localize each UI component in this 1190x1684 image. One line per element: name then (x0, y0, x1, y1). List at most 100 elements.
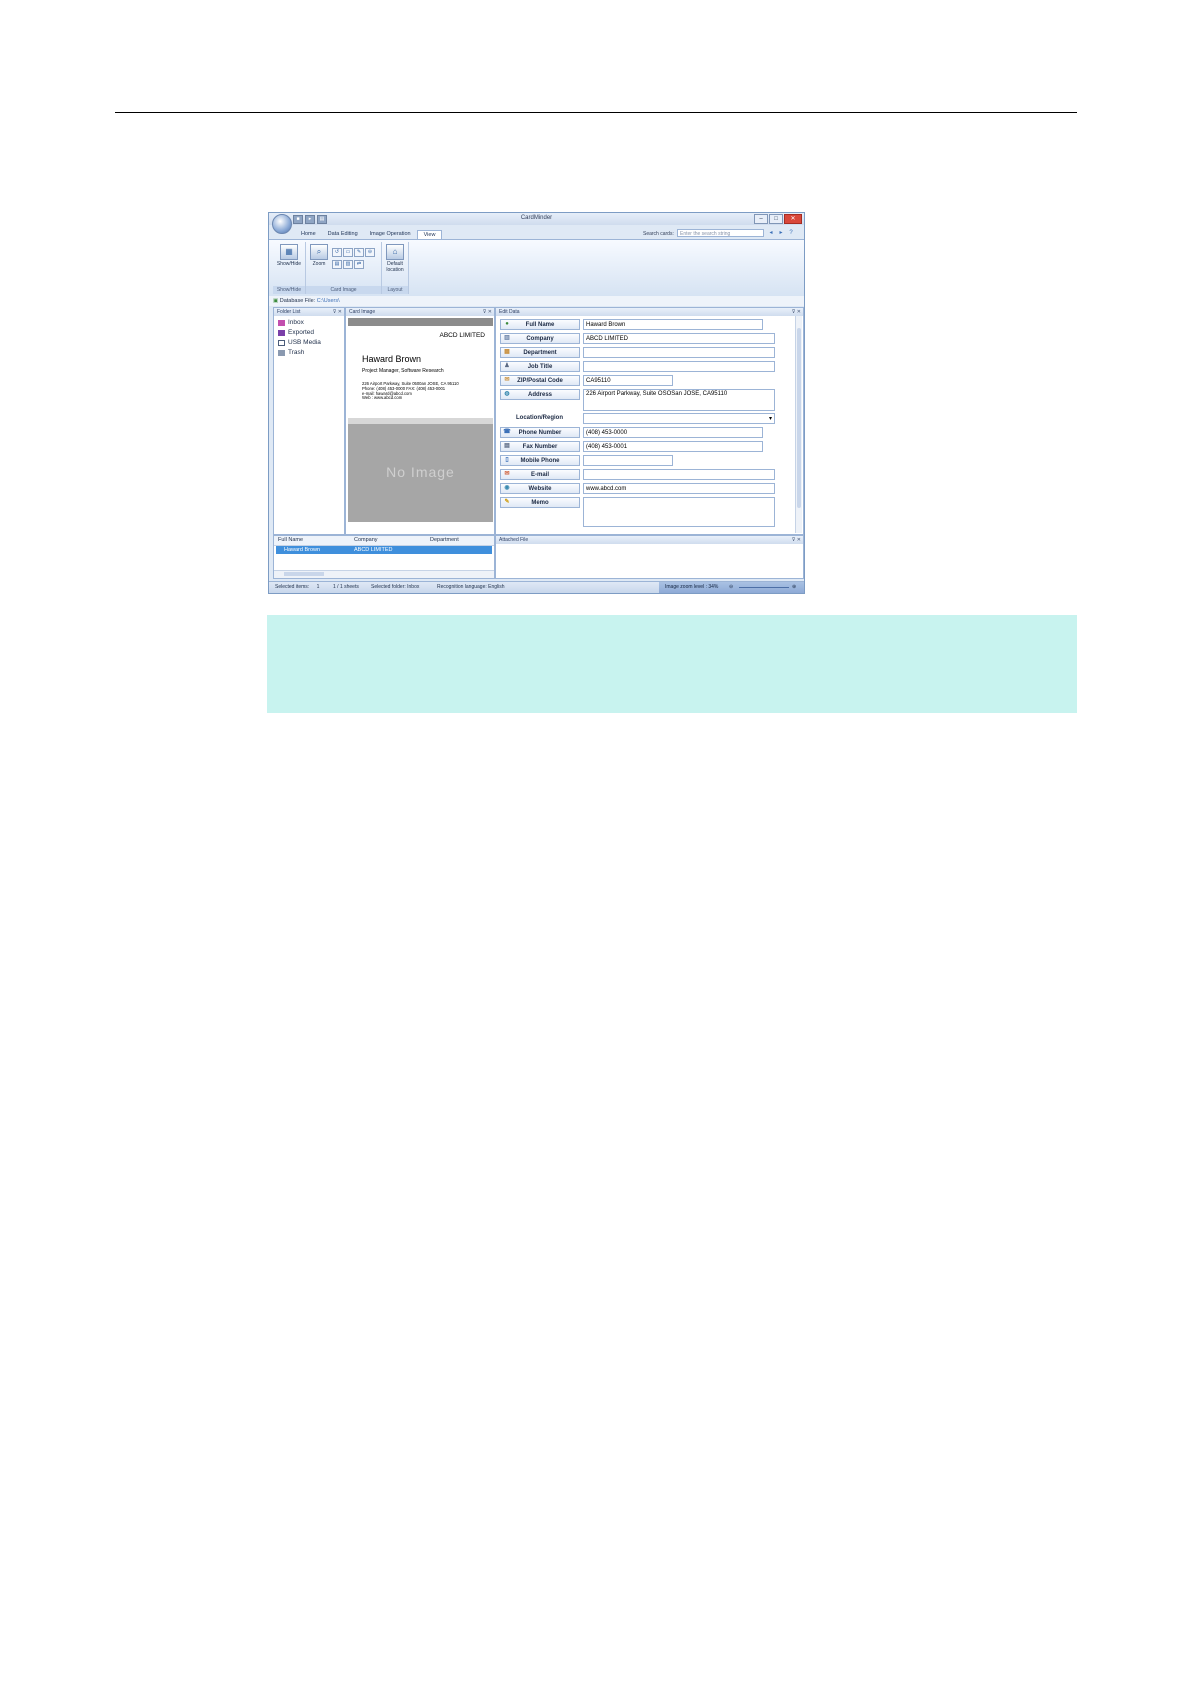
folder-item-usb-media[interactable]: USB Media (278, 339, 321, 346)
tab-data-editing[interactable]: Data Editing (322, 230, 364, 239)
memo-icon: ✎ (504, 499, 510, 505)
job-title-button[interactable]: ♟ Job Title (500, 361, 580, 372)
mobile-button[interactable]: ▯ Mobile Phone (500, 455, 580, 466)
scrollbar-thumb[interactable] (797, 328, 801, 508)
column-full-name[interactable]: Full Name (278, 536, 303, 545)
tab-image-operation[interactable]: Image Operation (364, 230, 417, 239)
table-row[interactable]: Haward Brown ABCD LIMITED (276, 546, 492, 554)
panel-pin-close-icon[interactable]: ⊽ ✕ (792, 536, 801, 544)
tab-home[interactable]: Home (295, 230, 322, 239)
card-job: Project Manager, Software Research (362, 368, 444, 374)
search-input[interactable]: Enter the search string (677, 229, 764, 237)
email-button[interactable]: ✉ E-mail (500, 469, 580, 480)
zoom-slider-icon[interactable]: ⊖ (365, 248, 375, 257)
group-show-hide: ▦ Show/Hide Show/Hide (273, 242, 306, 294)
application-orb-icon[interactable] (272, 214, 292, 234)
job-title-input[interactable] (583, 361, 775, 372)
swap-image-icon[interactable]: ⇄ (354, 260, 364, 269)
panel-pin-close-icon[interactable]: ⊽ ✕ (792, 308, 801, 316)
folder-icon (278, 319, 285, 326)
maximize-button[interactable]: □ (769, 214, 783, 224)
zip-icon: ✉ (504, 377, 510, 383)
minimize-button[interactable]: – (754, 214, 768, 224)
card-image-panel: Card Image ⊽ ✕ ABCD LIMITED Haward Brown… (345, 307, 495, 535)
status-zoom-level: Image zoom level : 34% (665, 584, 719, 590)
memo-button[interactable]: ✎ Memo (500, 497, 580, 508)
mobile-input[interactable] (583, 455, 673, 466)
full-name-input[interactable]: Haward Brown (583, 319, 763, 330)
phone-input[interactable]: (408) 453-0000 (583, 427, 763, 438)
address-input[interactable]: 226 Airport Parkway, Suite OSOSan JOSE, … (583, 389, 775, 411)
website-input[interactable]: www.abcd.com (583, 483, 775, 494)
search-label: Search cards: (643, 231, 674, 237)
database-file-bar: ▣ Database File: C:\Users\ (269, 296, 804, 306)
status-selected-folder: Selected folder: Inbox (371, 584, 420, 590)
window-title: CardMinder (520, 215, 553, 221)
fit-icon[interactable]: ▭ (343, 248, 353, 257)
column-company[interactable]: Company (354, 536, 378, 545)
phone-button[interactable]: ☎ Phone Number (500, 427, 580, 438)
search-next-icon[interactable]: ▸ (777, 229, 785, 237)
person-icon: ● (505, 321, 509, 327)
rotate-left-icon[interactable]: ↺ (332, 248, 342, 257)
mobile-icon: ▯ (505, 457, 509, 463)
group-label-show-hide: Show/Hide (273, 286, 305, 294)
database-label: Database File: (279, 298, 316, 304)
exported-icon (278, 329, 285, 336)
show-hide-button[interactable]: ▦ Show/Hide (275, 244, 303, 267)
trash-icon (278, 349, 285, 356)
card-address-block: 226 Airport Parkway, Suite 0500an JOSE, … (362, 381, 459, 401)
search-prev-icon[interactable]: ◂ (767, 229, 775, 237)
group-label-card-image: Card Image (306, 286, 381, 294)
group-label-layout: Layout (382, 286, 408, 294)
card-company: ABCD LIMITED (439, 332, 485, 339)
highlight-icon[interactable]: ✎ (354, 248, 364, 257)
zoom-button[interactable]: ⌕ Zoom (308, 244, 330, 267)
help-icon[interactable]: ? (787, 229, 795, 237)
zip-input[interactable]: CA95110 (583, 375, 673, 386)
edit-data-panel: Edit Data ⊽ ✕ ● Full Name Haward Brown ▥ C… (495, 307, 804, 535)
memo-input[interactable] (583, 497, 775, 527)
column-department[interactable]: Department (430, 536, 459, 545)
edit-data-scrollbar[interactable] (795, 316, 802, 533)
panel-pin-close-icon[interactable]: ⊽ ✕ (333, 308, 342, 316)
header-rule (115, 112, 1077, 113)
card-image-header: Card Image ⊽ ✕ (346, 308, 494, 316)
department-input[interactable] (583, 347, 775, 358)
front-image-icon[interactable]: ▤ (332, 260, 342, 269)
database-icon: ▣ (273, 298, 279, 304)
email-input[interactable] (583, 469, 775, 480)
back-image-icon[interactable]: ▥ (343, 260, 353, 269)
card-list-scrollbar[interactable] (274, 570, 494, 578)
department-button[interactable]: ▦ Department (500, 347, 580, 358)
location-region-select[interactable]: ▾ (583, 413, 775, 424)
company-button[interactable]: ▥ Company (500, 333, 580, 344)
fax-input[interactable]: (408) 453-0001 (583, 441, 763, 452)
zip-button[interactable]: ✉ ZIP/Postal Code (500, 375, 580, 386)
zoom-icon: ⌕ (310, 244, 328, 260)
folder-item-inbox[interactable]: Inbox (278, 319, 304, 326)
row-full-name: Haward Brown (284, 547, 321, 553)
fax-button[interactable]: ▤ Fax Number (500, 441, 580, 452)
address-button[interactable]: ◍ Address (500, 389, 580, 400)
zoom-in-icon[interactable]: ⊕ (792, 582, 796, 593)
group-card-image: ⌕ Zoom ↺ ▭ ✎ ⊖ ▤ ▥ ⇄ Card Image (306, 242, 382, 294)
department-icon: ▦ (504, 349, 510, 355)
zoom-slider[interactable] (739, 587, 789, 588)
close-button[interactable]: ✕ (784, 214, 802, 224)
phone-icon: ☎ (503, 429, 511, 435)
website-icon: ◉ (504, 485, 510, 491)
zoom-out-icon[interactable]: ⊖ (729, 582, 733, 593)
scrollbar-thumb[interactable] (284, 572, 324, 576)
folder-item-trash[interactable]: Trash (278, 349, 304, 356)
default-location-button[interactable]: ⌂ Default location (383, 244, 407, 273)
full-name-button[interactable]: ● Full Name (500, 319, 580, 330)
panel-pin-close-icon[interactable]: ⊽ ✕ (483, 308, 492, 316)
folder-item-exported[interactable]: Exported (278, 329, 314, 336)
attached-file-panel: Attached File ⊽ ✕ (495, 535, 804, 579)
search-buttons: ◂ ▸ ? (767, 229, 795, 237)
website-button[interactable]: ◉ Website (500, 483, 580, 494)
status-recognition-language: Recognition language: English (437, 584, 505, 590)
company-input[interactable]: ABCD LIMITED (583, 333, 775, 344)
card-front-image: ABCD LIMITED Haward Brown Project Manage… (348, 318, 493, 418)
